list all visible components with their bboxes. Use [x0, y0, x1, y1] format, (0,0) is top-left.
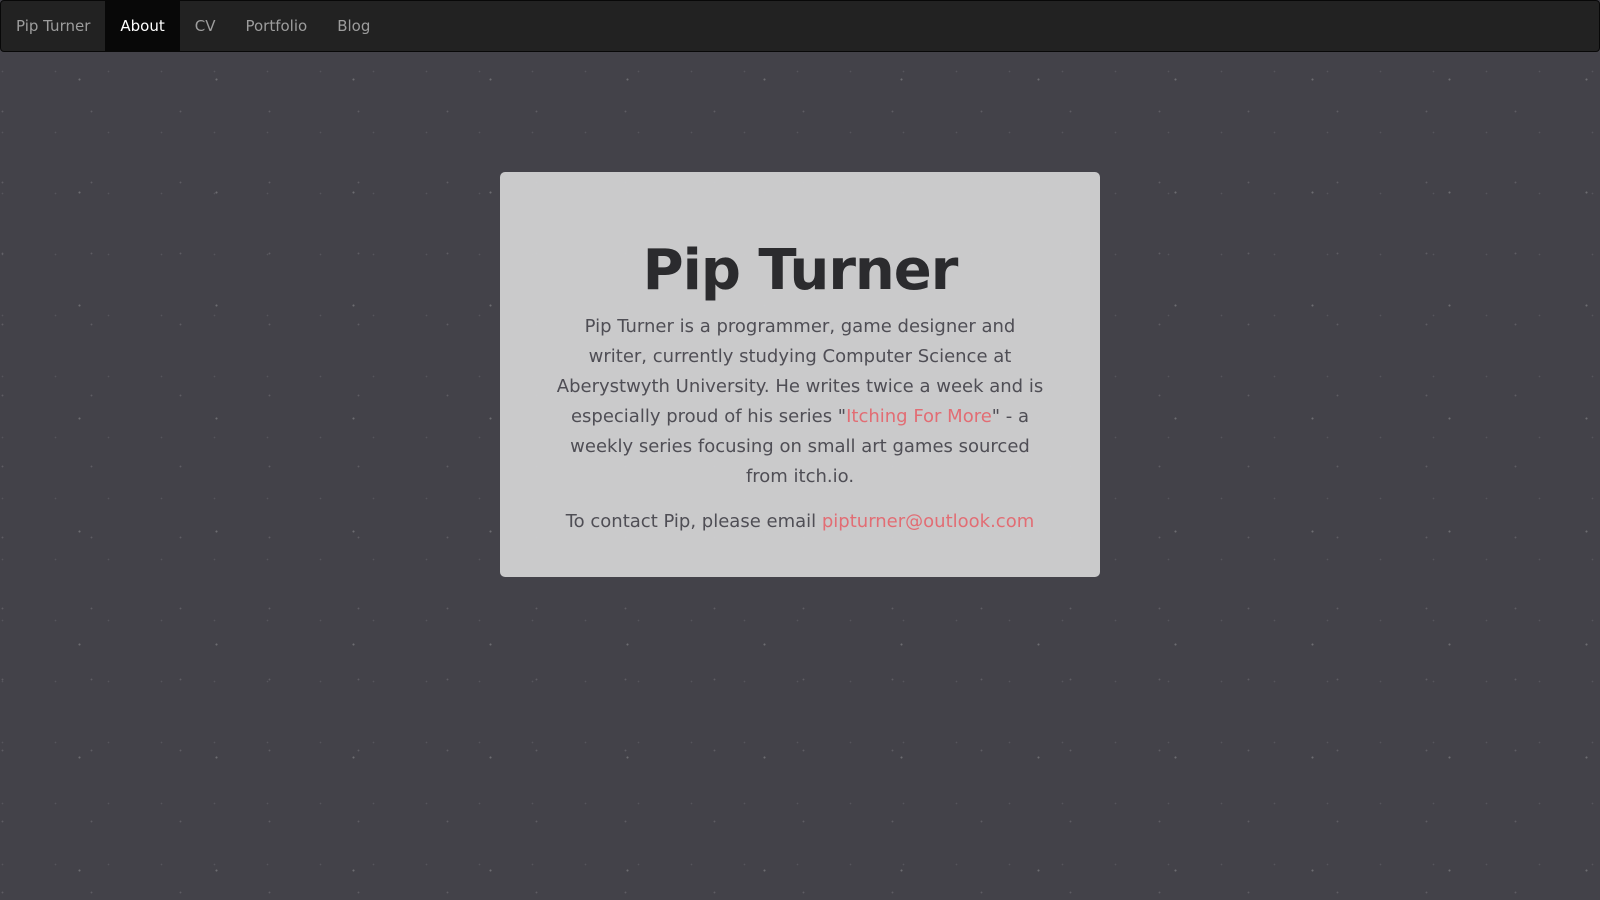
about-card: Pip Turner Pip Turner is a programmer, g…	[500, 172, 1100, 577]
nav-item-blog[interactable]: Blog	[322, 1, 385, 51]
nav-item-cv[interactable]: CV	[180, 1, 231, 51]
bio-paragraph: Pip Turner is a programmer, game designe…	[554, 312, 1046, 492]
contact-text: To contact Pip, please email	[565, 510, 822, 532]
series-link[interactable]: Itching For More	[846, 406, 992, 427]
email-link[interactable]: pipturner@outlook.com	[822, 511, 1034, 532]
brand-link[interactable]: Pip Turner	[1, 1, 105, 51]
top-navbar: Pip Turner About CV Portfolio Blog	[0, 0, 1600, 52]
page-title: Pip Turner	[642, 238, 959, 303]
nav-item-portfolio[interactable]: Portfolio	[230, 1, 322, 51]
nav-item-about[interactable]: About	[105, 1, 180, 51]
contact-paragraph: To contact Pip, please email pipturner@o…	[554, 507, 1046, 537]
